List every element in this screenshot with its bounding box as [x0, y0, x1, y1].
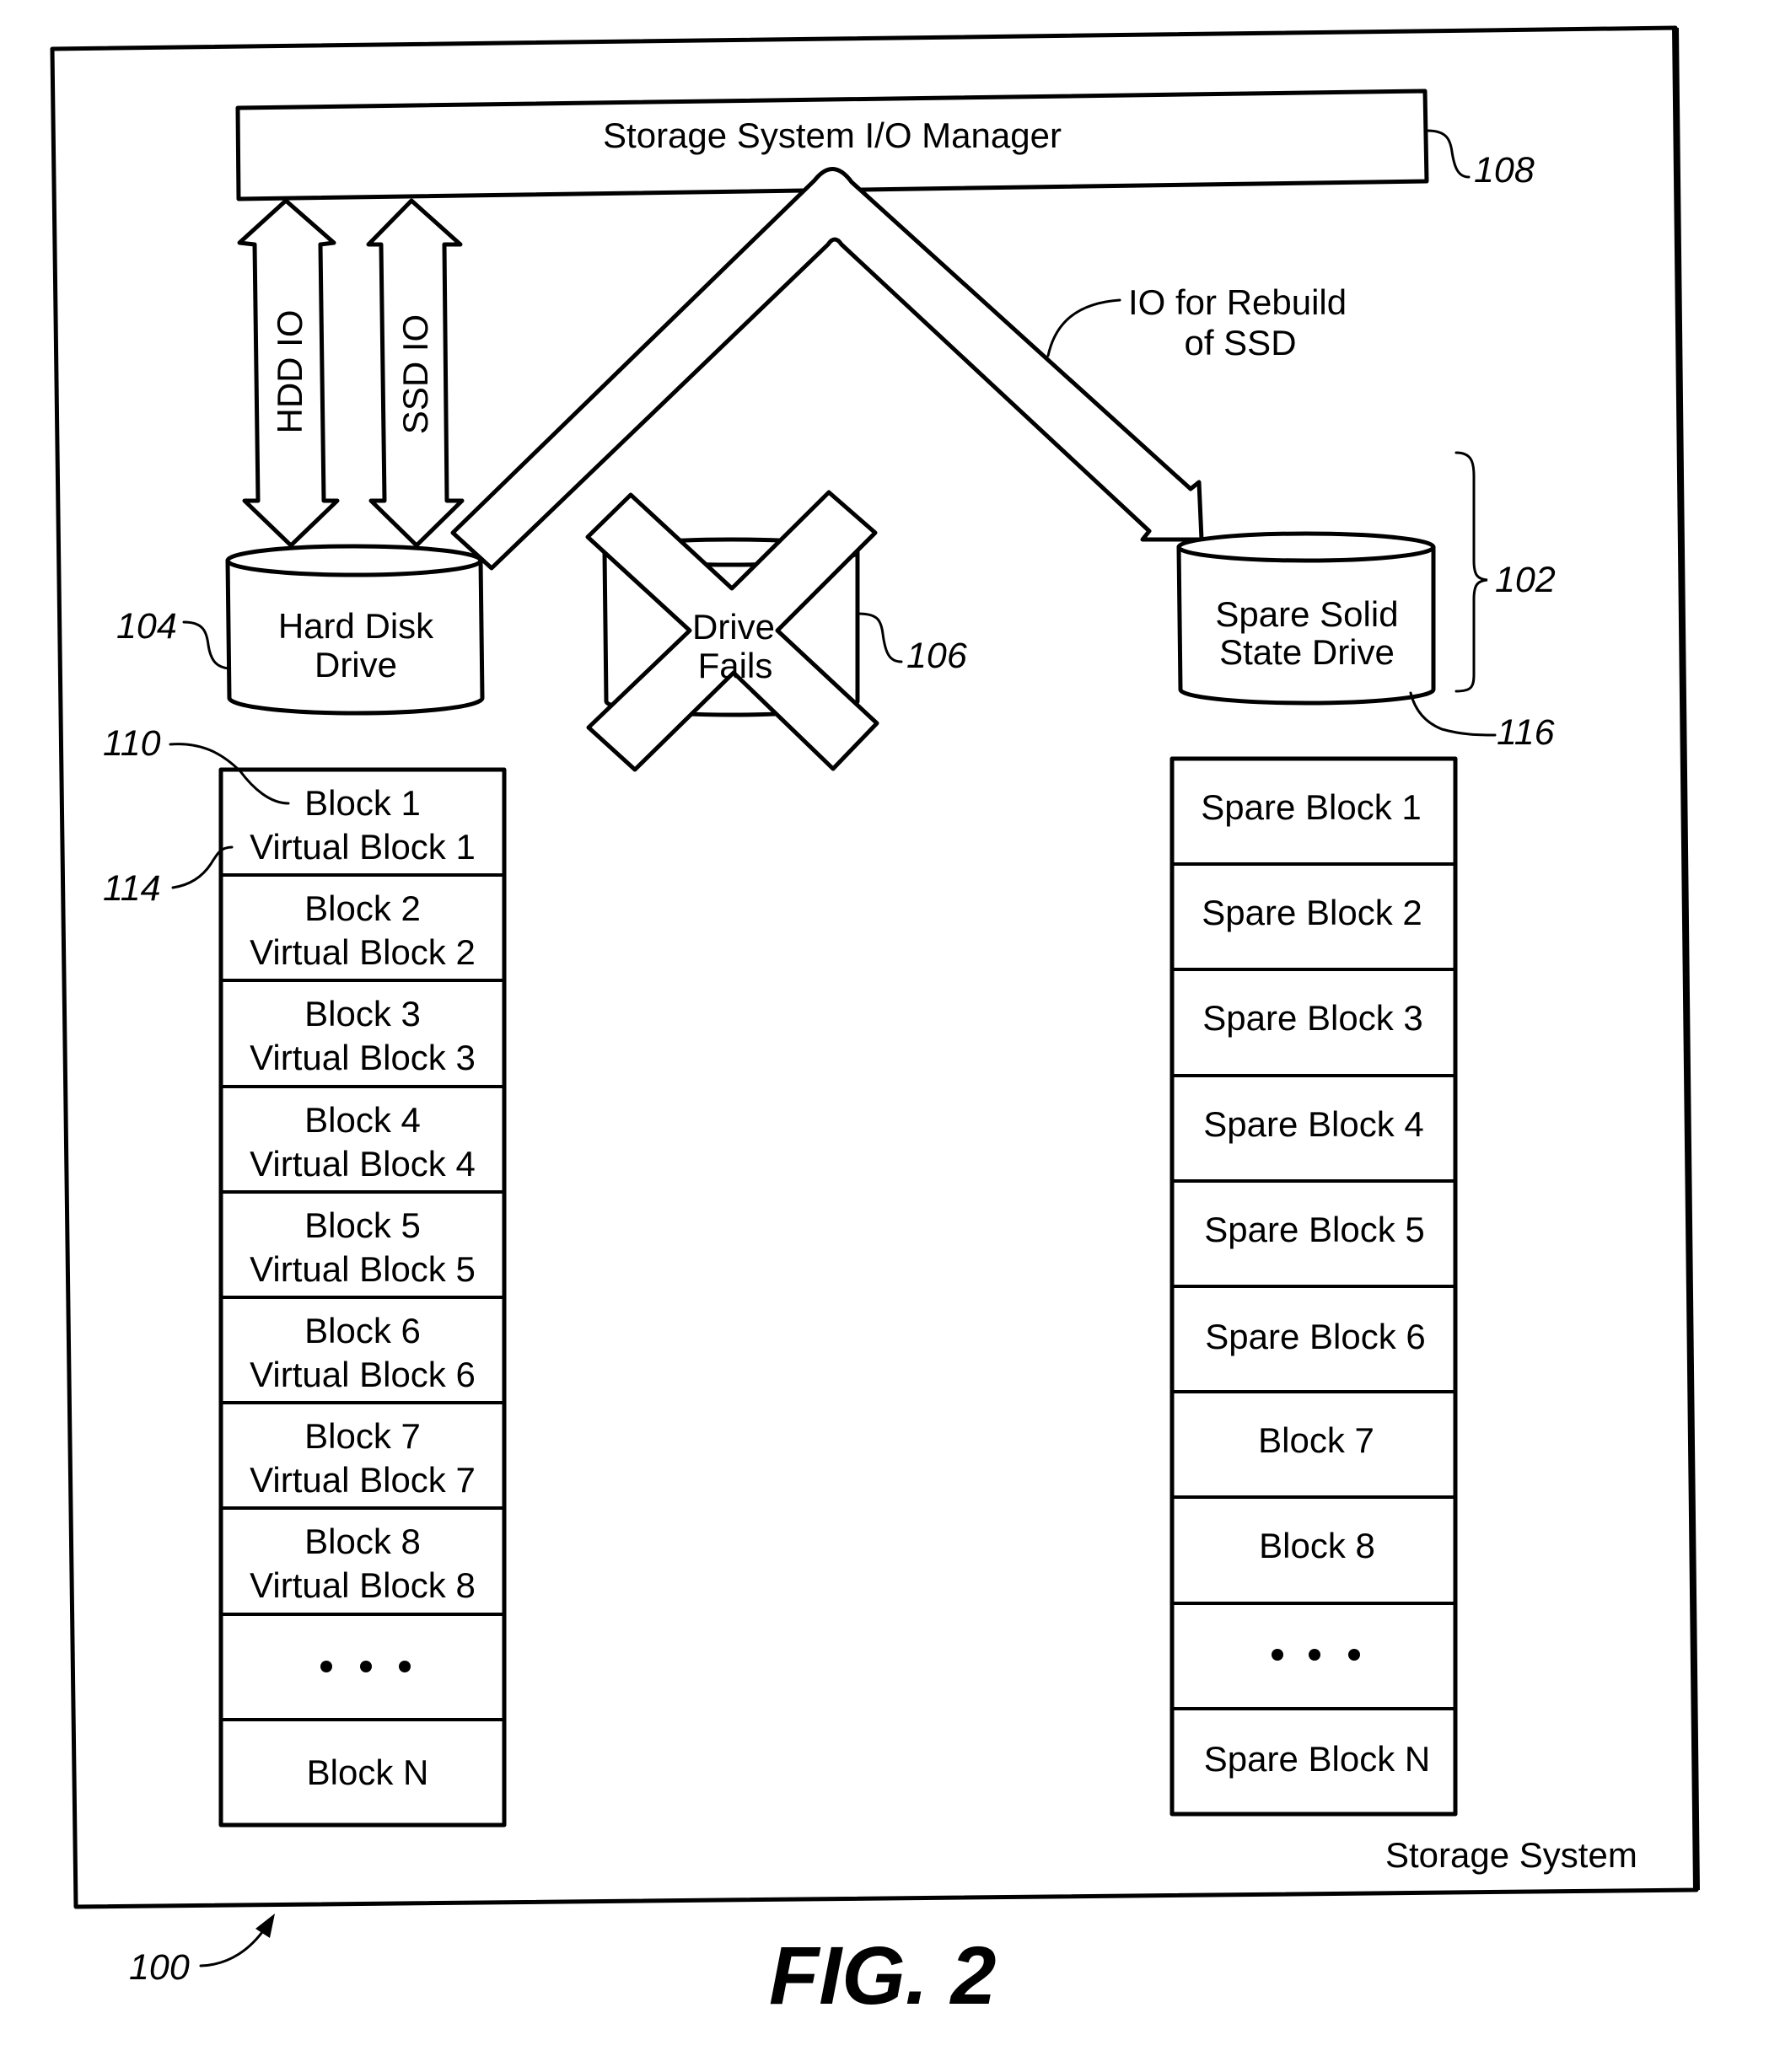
- hdd-label-line2: Drive: [315, 645, 397, 684]
- spare-block-label: Spare Block N: [1204, 1739, 1430, 1779]
- hdd-block-label: Block 2: [304, 888, 421, 928]
- spare-ssd-group-brace: [1454, 451, 1488, 693]
- virtual-block-ref: 114: [103, 868, 161, 909]
- hdd-block-label: Block 7: [304, 1416, 421, 1456]
- hdd-block-label: Block N: [307, 1753, 429, 1792]
- hdd-cylinder-top: [225, 544, 483, 577]
- spare-ssd: Spare Solid State Drive: [1176, 531, 1436, 706]
- hdd-ref: 104: [116, 606, 177, 647]
- spare-ssd-label-line1: Spare Solid: [1215, 594, 1398, 634]
- system-ref-arrowhead-icon: [255, 1914, 275, 1938]
- ssd-io-label: SSD IO: [395, 314, 435, 434]
- io-manager-ref-leader: [1426, 129, 1471, 179]
- failed-drive: Drive Fails: [585, 490, 879, 772]
- hdd-virtual-block-label: Virtual Block 3: [250, 1038, 476, 1077]
- hdd-label-line1: Hard Disk: [278, 606, 434, 646]
- hard-disk-drive: Hard Disk Drive: [225, 544, 485, 716]
- spare-ssd-label-line2: State Drive: [1219, 632, 1395, 672]
- ellipsis-dot: [1348, 1649, 1360, 1661]
- failed-drive-label-line2: Fails: [698, 646, 773, 685]
- spare-block-label: Spare Block 2: [1202, 893, 1422, 932]
- spare-block-label: Block 7: [1258, 1420, 1374, 1460]
- spare-block-label: Block 8: [1259, 1526, 1375, 1565]
- failed-drive-label-line1: Drive: [692, 607, 775, 647]
- rebuild-label-line2: of SSD: [1184, 323, 1296, 362]
- hdd-virtual-block-label: Virtual Block 7: [250, 1460, 476, 1500]
- system-ref-leader: [199, 1924, 268, 1967]
- spare-block-list: Spare Block 1 Spare Block 2 Spare Block …: [1169, 756, 1458, 1817]
- ellipsis-dot: [360, 1661, 372, 1672]
- spare-ssd-ref-leader: [1409, 691, 1497, 737]
- hdd-block-label: Block 6: [304, 1311, 421, 1350]
- io-manager-label: Storage System I/O Manager: [603, 115, 1062, 155]
- figure-caption: FIG. 2: [769, 1930, 997, 2021]
- hdd-virtual-block-label: Virtual Block 4: [250, 1144, 476, 1184]
- ellipsis-dot: [320, 1661, 332, 1672]
- spare-block-label: Spare Block 3: [1202, 998, 1422, 1038]
- system-ref: 100: [129, 1947, 190, 1988]
- storage-system-diagram: Storage System I/O Manager 108 HDD IO SS…: [50, 25, 1700, 2021]
- spare-ssd-cylinder-top: [1176, 531, 1436, 563]
- hdd-block-label: Block 8: [304, 1522, 421, 1561]
- hdd-block-label: Block 5: [304, 1205, 421, 1245]
- ellipsis-dot: [1272, 1649, 1283, 1661]
- spare-ssd-ref: 116: [1497, 712, 1555, 753]
- hdd-block-row: Block N: [307, 1753, 429, 1792]
- hdd-virtual-block-label: Virtual Block 6: [250, 1355, 476, 1394]
- hdd-virtual-block-label: Virtual Block 1: [250, 827, 476, 867]
- ellipsis-dot: [1309, 1649, 1320, 1661]
- hdd-ref-leader: [182, 620, 231, 670]
- hdd-virtual-block-label: Virtual Block 8: [250, 1565, 476, 1605]
- hdd-virtual-block-label: Virtual Block 2: [250, 932, 476, 972]
- io-manager-ref: 108: [1474, 150, 1535, 191]
- hdd-block-label: Block 3: [304, 994, 421, 1033]
- spare-ssd-group-ref: 102: [1495, 560, 1556, 600]
- storage-system-boundary-right-edge: [1672, 27, 1700, 1891]
- hdd-virtual-block-label: Virtual Block 5: [250, 1249, 476, 1289]
- rebuild-label-line1: IO for Rebuild: [1128, 282, 1347, 322]
- hdd-block-label: Block 4: [304, 1100, 421, 1140]
- hdd-block-list: Block 1 Virtual Block 1 Block 2 Virtual …: [218, 767, 507, 1828]
- spare-block-label: Spare Block 6: [1205, 1317, 1425, 1356]
- failed-drive-ref-leader: [857, 612, 903, 663]
- spare-block-label: Spare Block 5: [1204, 1210, 1424, 1249]
- storage-system-label: Storage System: [1385, 1835, 1637, 1875]
- block-ref: 110: [103, 723, 161, 764]
- ellipsis-dot: [399, 1661, 411, 1672]
- hdd-io-label: HDD IO: [270, 310, 309, 434]
- failed-drive-ref: 106: [906, 636, 967, 676]
- hdd-block-label: Block 1: [304, 783, 421, 823]
- rebuild-label-leader: [1046, 298, 1121, 357]
- spare-block-label: Spare Block 1: [1201, 787, 1421, 827]
- spare-block-label: Spare Block 4: [1203, 1104, 1423, 1144]
